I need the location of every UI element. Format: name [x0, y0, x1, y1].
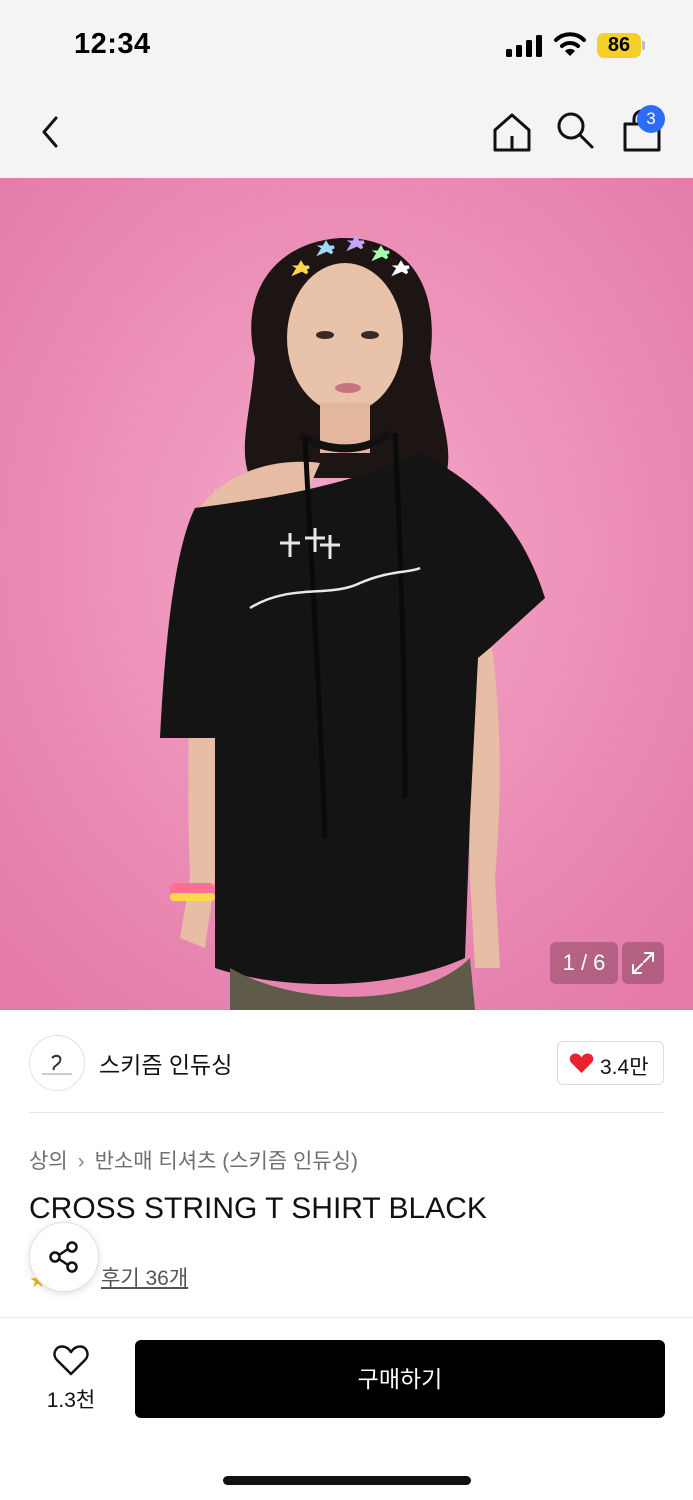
breadcrumb-item[interactable]: 반소매 티셔츠 (스키즘 인듀싱) — [95, 1150, 358, 1173]
status-time: 12:34 — [74, 28, 151, 60]
brand-name[interactable]: 스키즘 인듀싱 — [99, 1046, 232, 1080]
top-nav-bar — [0, 88, 693, 178]
home-indicator — [223, 1476, 471, 1485]
breadcrumb: 상의 › 반소매 티셔츠 (스키즘 인듀싱) — [29, 1145, 358, 1175]
breadcrumb-item[interactable]: 상의 — [29, 1150, 68, 1173]
product-image-gallery[interactable] — [0, 178, 693, 1010]
buy-button[interactable]: 구매하기 — [135, 1340, 665, 1418]
heart-filled-icon — [569, 1053, 594, 1073]
cart-count-badge: 3 — [637, 105, 665, 133]
search-icon[interactable] — [555, 110, 595, 150]
home-icon[interactable] — [490, 110, 534, 154]
cellular-signal-icon — [506, 35, 542, 57]
review-count-link[interactable]: 후기 36개 — [101, 1262, 188, 1292]
product-title: CROSS STRING T SHIRT BLACK — [29, 1192, 487, 1225]
expand-image-button[interactable] — [622, 942, 664, 984]
brand-logo[interactable] — [29, 1035, 85, 1091]
wishlist-count: 1.3천 — [46, 1389, 96, 1412]
share-button[interactable] — [29, 1222, 99, 1292]
battery-level: 86 — [597, 33, 641, 58]
brand-logo-mark — [42, 1054, 72, 1075]
heart-outline-icon — [53, 1345, 89, 1376]
chevron-right-icon: › — [77, 1150, 85, 1173]
battery-tip — [642, 41, 645, 50]
wishlist-button[interactable]: 1.3천 — [28, 1340, 114, 1418]
back-arrow-icon[interactable] — [36, 112, 66, 152]
product-photo — [0, 178, 693, 1010]
share-icon — [49, 1241, 78, 1273]
brand-like-count: 3.4만 — [600, 1056, 649, 1079]
bottom-bar-divider — [0, 1317, 693, 1318]
brand-like-button[interactable]: 3.4만 — [557, 1041, 664, 1085]
section-divider — [29, 1112, 664, 1113]
status-bar: 12:34 86 — [0, 0, 693, 88]
expand-icon — [632, 952, 654, 974]
image-counter: 1 / 6 — [550, 942, 618, 984]
wifi-icon — [554, 32, 586, 56]
